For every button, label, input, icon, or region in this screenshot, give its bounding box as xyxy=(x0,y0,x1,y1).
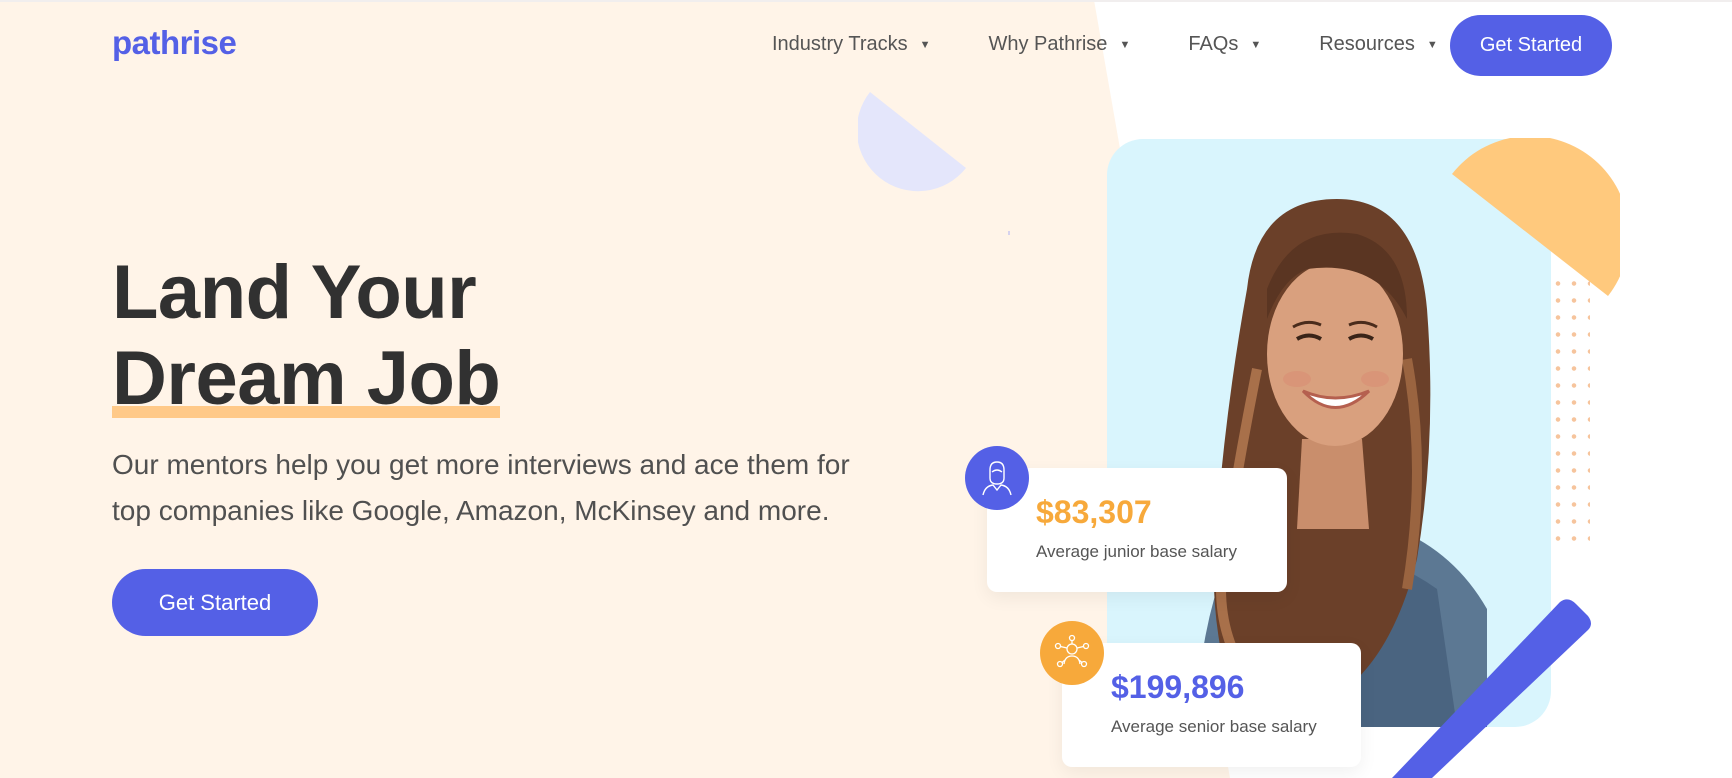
caret-down-icon: ▼ xyxy=(1119,38,1131,51)
woman-profile-icon xyxy=(965,446,1029,510)
hero-title: Land Your Dream Job xyxy=(112,250,501,422)
nav-item-industry-tracks[interactable]: Industry Tracks ▼ xyxy=(772,33,931,56)
header-get-started-button[interactable]: Get Started xyxy=(1450,15,1612,76)
nav-item-label: Industry Tracks xyxy=(772,33,908,55)
hero-get-started-button[interactable]: Get Started xyxy=(112,569,318,636)
nav-item-label: FAQs xyxy=(1188,33,1239,55)
lavender-semicircle-shape xyxy=(858,92,966,192)
senior-salary-amount: $199,896 xyxy=(1111,669,1245,705)
caret-down-icon: ▼ xyxy=(919,38,931,51)
hero-title-line-2: Dream Job xyxy=(112,336,501,421)
hero-title-line-1: Land Your xyxy=(112,250,477,335)
network-people-icon xyxy=(1040,621,1104,685)
nav-item-label: Resources xyxy=(1319,33,1415,55)
senior-salary-card: $199,896 Average senior base salary xyxy=(1062,643,1361,767)
blue-diagonal-bar-shape xyxy=(1392,599,1591,778)
nav-item-resources[interactable]: Resources ▼ xyxy=(1319,33,1438,56)
senior-salary-label: Average senior base salary xyxy=(1111,717,1317,736)
nav-item-why-pathrise[interactable]: Why Pathrise ▼ xyxy=(989,33,1131,56)
top-divider xyxy=(0,0,1732,2)
hero-subtitle: Our mentors help you get more interviews… xyxy=(112,449,850,526)
nav-item-label: Why Pathrise xyxy=(988,33,1108,55)
decorative-dot xyxy=(1008,231,1010,235)
dot-pattern xyxy=(1550,275,1590,545)
junior-salary-card: $83,307 Average junior base salary xyxy=(987,468,1287,592)
junior-salary-label: Average junior base salary xyxy=(1036,542,1237,561)
logo[interactable]: pathrise xyxy=(112,24,237,62)
junior-salary-amount: $83,307 xyxy=(1036,494,1152,530)
orange-semicircle-shape xyxy=(1452,138,1620,296)
main-nav: Industry Tracks ▼ Why Pathrise ▼ FAQs ▼ … xyxy=(772,33,1438,56)
caret-down-icon: ▼ xyxy=(1426,38,1438,51)
nav-item-faqs[interactable]: FAQs ▼ xyxy=(1188,33,1261,56)
caret-down-icon: ▼ xyxy=(1250,38,1262,51)
